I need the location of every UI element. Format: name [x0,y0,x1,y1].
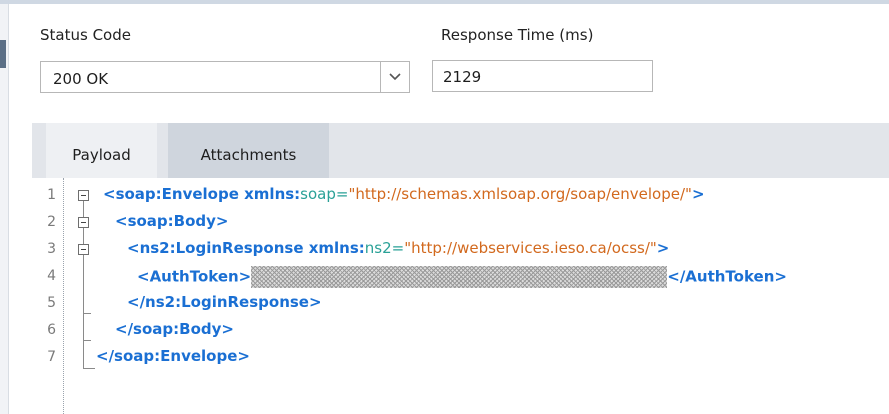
status-code-label: Status Code [40,26,131,44]
xml-tag: </soap:Body> [115,320,234,338]
collapse-toggle-icon[interactable] [78,217,89,228]
status-code-select[interactable]: 200 OK [40,61,410,93]
line-number: 3 [47,241,56,257]
response-time-field[interactable]: 2129 [432,60,653,92]
xml-tag-close: > [691,185,705,203]
left-edge-marker [0,40,6,68]
response-time-value: 2129 [443,68,482,86]
line-number: 7 [47,349,56,365]
code-line-7: </soap:Envelope> [96,347,250,365]
xml-attribute-value: "http://webservices.ieso.ca/ocss/" [404,239,657,257]
code-line-2: <soap:Body> [115,212,228,230]
status-code-dropdown-button[interactable] [380,62,409,92]
xml-tag-close: > [656,239,670,257]
xml-attribute-name: soap= [300,185,349,203]
code-line-5: </ns2:LoginResponse> [127,293,322,311]
xml-tag: </AuthToken> [667,267,787,286]
redacted-token [251,266,668,288]
line-number: 5 [47,295,56,311]
line-number: 2 [47,214,56,230]
window-top-border [0,0,889,4]
fold-end-tick [83,340,91,341]
fold-end-tick [83,313,91,314]
response-time-label: Response Time (ms) [441,26,594,44]
chevron-down-icon [389,73,401,81]
fold-end-tick [83,368,95,369]
line-number: 6 [47,322,56,338]
tab-payload[interactable]: Payload [46,123,157,178]
xml-attribute-value: "http://schemas.xmlsoap.org/soap/envelop… [348,185,692,203]
collapse-toggle-icon[interactable] [78,190,89,201]
xml-tag: </soap:Envelope> [96,347,250,365]
code-line-1: <soap:Envelope xmlns:soap="http://schema… [103,185,705,203]
line-number: 4 [47,268,56,284]
fold-guide-line [83,228,84,244]
xml-tag: </ns2:LoginResponse> [127,293,322,311]
fold-guide-line [83,201,84,217]
code-line-4: <AuthToken> </AuthToken> [137,266,787,288]
line-number: 1 [47,187,56,203]
tab-attachments[interactable]: Attachments [168,123,329,178]
left-edge-divider [8,4,9,414]
xml-tag: <ns2:LoginResponse xmlns: [127,239,365,257]
code-line-3: <ns2:LoginResponse xmlns:ns2="http://web… [127,239,669,257]
fold-guide-line [83,255,84,368]
xml-tag: <soap:Body> [115,212,229,230]
xml-tag: <soap:Envelope xmlns: [103,185,301,203]
collapse-toggle-icon[interactable] [78,244,89,255]
tab-bar [32,123,889,178]
gutter-divider [63,178,64,414]
xml-attribute-name: ns2= [364,239,405,257]
code-line-6: </soap:Body> [115,320,234,338]
status-code-value: 200 OK [53,70,109,88]
xml-tag: <AuthToken> [137,267,252,286]
